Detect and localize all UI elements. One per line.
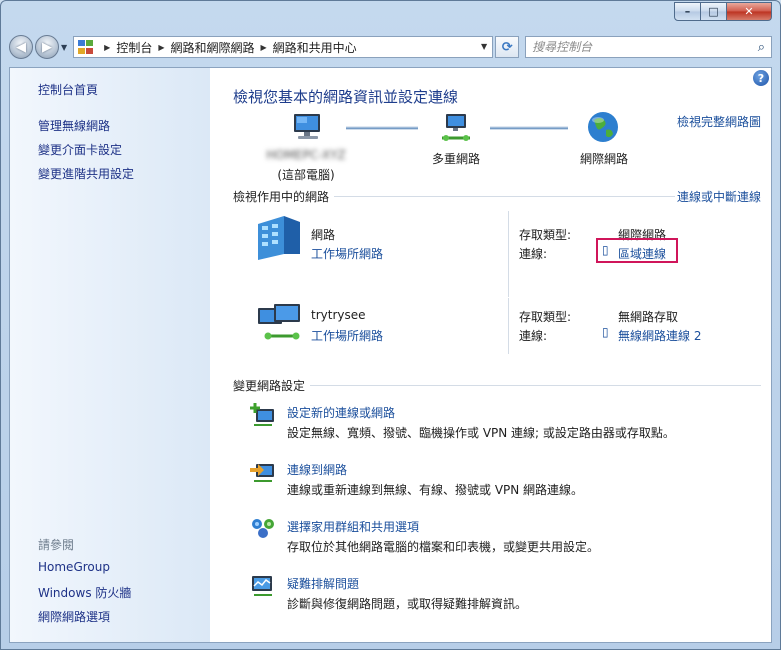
wireless-network-icon: [256, 300, 306, 351]
task-description: 診斷與修復網路問題，或取得疑難排解資訊。: [287, 597, 528, 611]
connections-label: 連線:: [519, 329, 548, 343]
computer-name-label: HOMEPC-XYZ: [266, 148, 346, 162]
breadcrumb-separator-icon[interactable]: ▶: [104, 43, 110, 52]
breadcrumb-control-panel[interactable]: 控制台: [116, 39, 152, 56]
homegroup-icon: [250, 516, 276, 543]
multiple-networks-label: 多重網路: [431, 152, 480, 166]
vertical-divider: [508, 298, 509, 354]
sidebar-item-control-panel-home[interactable]: 控制台首頁: [38, 81, 98, 98]
minimize-button[interactable]: –: [674, 2, 701, 21]
network-name: 網路: [311, 228, 336, 242]
address-dropdown-icon[interactable]: ▼: [481, 42, 487, 51]
active-networks-title: 檢視作用中的網路: [233, 190, 330, 204]
recent-pages-dropdown-icon[interactable]: ▼: [61, 43, 67, 52]
address-bar[interactable]: ▶ 控制台 ▶ 網路和網際網路 ▶ 網路和共用中心 ▼: [73, 36, 494, 58]
breadcrumb-separator-icon[interactable]: ▶: [261, 43, 267, 52]
homegroup-sharing-link[interactable]: 選擇家用群組和共用選項: [287, 518, 419, 535]
breadcrumb-network-internet[interactable]: 網路和網際網路: [170, 39, 254, 56]
section-divider: [334, 196, 675, 197]
task-description: 連線或重新連線到無線、有線、撥號或 VPN 網路連線。: [287, 483, 584, 497]
back-button[interactable]: ◀: [9, 35, 33, 59]
sidebar-item-adapter-settings[interactable]: 變更介面卡設定: [38, 141, 122, 158]
sidebar-item-manage-wireless[interactable]: 管理無線網路: [38, 117, 110, 134]
ethernet-connection-icon: ▯: [602, 243, 609, 257]
search-icon[interactable]: ⌕: [758, 40, 765, 55]
close-button[interactable]: ✕: [727, 2, 772, 21]
refresh-icon: ⟳: [501, 39, 513, 55]
window: – □ ✕ ◀ ▶ ▼ ▶ 控制台 ▶ 網路和網際網路 ▶ 網路和共用中心 ▼ …: [0, 0, 781, 650]
view-full-map-link[interactable]: 檢視完整網路圖: [677, 113, 761, 130]
see-also-heading: 請參閱: [38, 538, 75, 552]
building-network-icon: [250, 214, 306, 265]
wireless-connection-icon: ▯: [602, 325, 609, 339]
network-type-link[interactable]: 工作場所網路: [311, 245, 383, 262]
map-connector: [490, 126, 568, 130]
connections-label: 連線:: [519, 247, 548, 261]
sidebar-item-advanced-sharing[interactable]: 變更進階共用設定: [38, 165, 134, 182]
troubleshoot-icon: [250, 574, 276, 601]
section-divider: [310, 385, 761, 386]
refresh-button[interactable]: ⟳: [495, 36, 520, 58]
task-description: 設定無線、寬頻、撥號、臨機操作或 VPN 連線; 或設定路由器或存取點。: [287, 426, 675, 440]
page-title: 檢視您基本的網路資訊並設定連線: [233, 88, 459, 106]
network-name: trytrysee: [311, 308, 366, 322]
navigation-bar: ◀ ▶ ▼ ▶ 控制台 ▶ 網路和網際網路 ▶ 網路和共用中心 ▼ ⟳ ⌕: [9, 33, 772, 61]
access-type-label: 存取類型:: [519, 228, 572, 242]
main-pane: ? 檢視您基本的網路資訊並設定連線 檢視完整網路圖 HOMEPC-XYZ (這部…: [210, 68, 771, 642]
breadcrumb-separator-icon[interactable]: ▶: [158, 43, 164, 52]
computer-sub-label: (這部電腦): [277, 168, 335, 182]
vertical-divider: [508, 211, 509, 297]
see-also-internet-options[interactable]: 網際網路選項: [38, 608, 110, 625]
left-pane: 控制台首頁 管理無線網路 變更介面卡設定 變更進階共用設定 請參閱 HomeGr…: [10, 68, 210, 642]
connect-network-icon: [250, 460, 276, 487]
connect-disconnect-link[interactable]: 連線或中斷連線: [677, 188, 761, 205]
search-input[interactable]: [532, 40, 733, 54]
control-panel-icon: [78, 40, 94, 54]
globe-icon: [586, 110, 620, 147]
maximize-button[interactable]: □: [701, 2, 727, 21]
access-type-value: 無網路存取: [618, 310, 679, 324]
access-type-label: 存取類型:: [519, 310, 572, 324]
see-also-windows-firewall[interactable]: Windows 防火牆: [38, 584, 131, 601]
network-type-link[interactable]: 工作場所網路: [311, 327, 383, 344]
search-box[interactable]: ⌕: [525, 36, 772, 58]
help-icon[interactable]: ?: [753, 70, 769, 86]
multiple-networks-icon: [438, 112, 474, 147]
forward-button[interactable]: ▶: [35, 35, 59, 59]
map-connector: [346, 126, 418, 130]
forward-arrow-icon: ▶: [42, 39, 52, 55]
see-also-homegroup[interactable]: HomeGroup: [38, 560, 110, 574]
caption-buttons: – □ ✕: [674, 2, 772, 21]
internet-label: 網際網路: [579, 152, 628, 166]
content-area: 控制台首頁 管理無線網路 變更介面卡設定 變更進階共用設定 請參閱 HomeGr…: [9, 67, 772, 643]
computer-icon: [290, 112, 326, 145]
task-description: 存取位於其他網路電腦的檔案和印表機，或變更共用設定。: [287, 540, 600, 554]
troubleshoot-link[interactable]: 疑難排解問題: [287, 575, 359, 592]
change-settings-title: 變更網路設定: [233, 379, 306, 393]
wireless-connection-link[interactable]: 無線網路連線 2: [618, 327, 701, 344]
back-arrow-icon: ◀: [16, 39, 26, 55]
connect-to-network-link[interactable]: 連線到網路: [287, 461, 347, 478]
new-connection-icon: [250, 403, 276, 430]
breadcrumb-network-sharing-center[interactable]: 網路和共用中心: [273, 39, 357, 56]
setup-connection-link[interactable]: 設定新的連線或網路: [287, 404, 395, 421]
local-area-connection-link[interactable]: 區域連線: [618, 245, 666, 262]
